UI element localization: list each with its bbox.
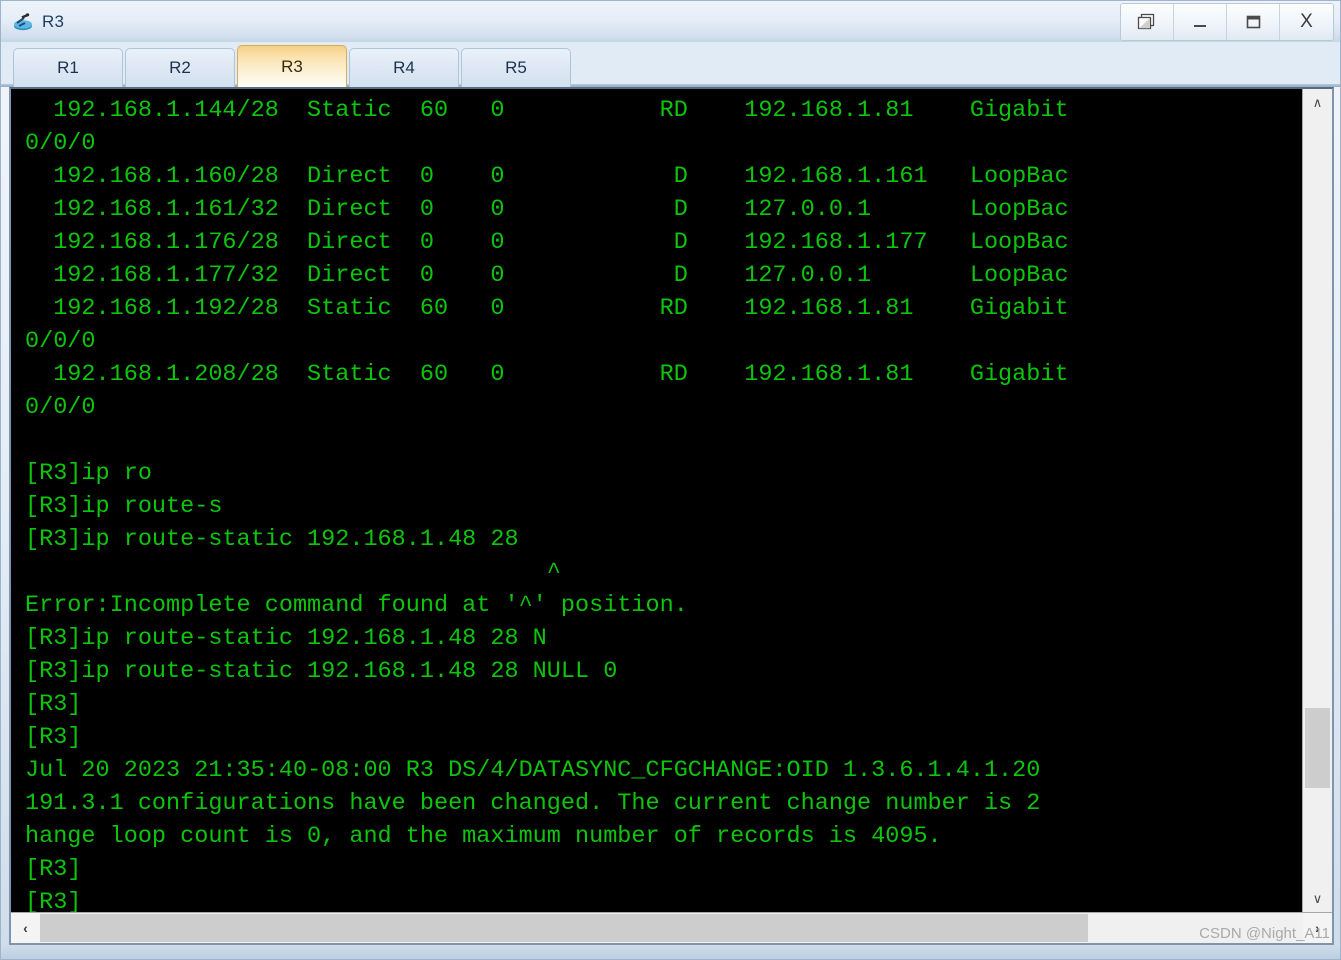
- terminal-line: [R3]ip route-static 192.168.1.48 28: [25, 526, 519, 553]
- terminal-line: 192.168.1.144/28 Static 60 0 RD 192.168.…: [25, 97, 1069, 124]
- window-title: R3: [42, 11, 65, 31]
- tab-r5[interactable]: R5: [461, 48, 571, 87]
- tab-r1[interactable]: R1: [13, 48, 123, 87]
- close-icon: X: [1300, 11, 1313, 32]
- tab-r2[interactable]: R2: [125, 48, 235, 87]
- tab-label: R4: [393, 58, 415, 77]
- maximize-button[interactable]: [1227, 4, 1280, 40]
- terminal-line: 192.168.1.208/28 Static 60 0 RD 192.168.…: [25, 361, 1069, 388]
- terminal-line: hange loop count is 0, and the maximum n…: [25, 823, 942, 850]
- terminal-line: 192.168.1.176/28 Direct 0 0 D 192.168.1.…: [25, 229, 1069, 256]
- vertical-scroll-track[interactable]: [1303, 116, 1332, 885]
- router-icon: [11, 10, 35, 34]
- window-controls: X: [1120, 3, 1334, 41]
- terminal-line: 0/0/0: [25, 130, 96, 157]
- vertical-scrollbar[interactable]: ∧ ∨: [1302, 89, 1332, 912]
- terminal-line: [R3]ip route-static 192.168.1.48 28 NULL…: [25, 658, 618, 685]
- horizontal-scroll-track[interactable]: [40, 913, 1303, 943]
- terminal-line: Jul 20 2023 21:35:40-08:00 R3 DS/4/DATAS…: [25, 757, 1041, 784]
- device-tab-bar: R1 R2 R3 R4 R5: [1, 42, 1340, 87]
- tab-label: R1: [57, 58, 79, 77]
- restore-windows-button[interactable]: [1121, 4, 1174, 40]
- terminal-body: 192.168.1.144/28 Static 60 0 RD 192.168.…: [11, 89, 1332, 912]
- tab-r3[interactable]: R3: [237, 45, 347, 87]
- terminal-line: [R3]ip route-static 192.168.1.48 28 N: [25, 625, 547, 652]
- terminal-line: [R3]: [25, 856, 82, 883]
- ensp-router-console-window: R3 X R1 R2 R3 R4 R5 192.168.1.144/28 Sta…: [0, 0, 1341, 960]
- horizontal-scroll-thumb[interactable]: [40, 914, 1089, 942]
- tab-label: R3: [281, 56, 303, 76]
- terminal-line: 192.168.1.177/32 Direct 0 0 D 127.0.0.1 …: [25, 262, 1069, 289]
- vertical-scroll-thumb[interactable]: [1305, 708, 1330, 789]
- terminal-line: 0/0/0: [25, 394, 96, 421]
- scroll-down-arrow-icon[interactable]: ∨: [1303, 885, 1332, 912]
- scroll-left-arrow-icon[interactable]: ‹: [11, 913, 40, 943]
- minimize-button[interactable]: [1174, 4, 1227, 40]
- terminal-output-area[interactable]: 192.168.1.144/28 Static 60 0 RD 192.168.…: [11, 89, 1302, 912]
- terminal-line: 192.168.1.192/28 Static 60 0 RD 192.168.…: [25, 295, 1069, 322]
- terminal-line: [R3]: [25, 724, 82, 751]
- tab-label: R5: [505, 58, 527, 77]
- terminal-line: 191.3.1 configurations have been changed…: [25, 790, 1041, 817]
- window-bottom-edge: [1, 945, 1340, 959]
- tab-label: R2: [169, 58, 191, 77]
- horizontal-scrollbar[interactable]: ‹ ›: [11, 912, 1332, 943]
- close-button[interactable]: X: [1280, 4, 1333, 40]
- terminal-line: ^: [25, 559, 561, 586]
- scroll-right-arrow-icon[interactable]: ›: [1303, 913, 1332, 943]
- terminal-line: Error:Incomplete command found at '^' po…: [25, 592, 688, 619]
- terminal-line: [R3]: [25, 691, 82, 718]
- title-bar: R3 X: [1, 1, 1340, 42]
- tab-r4[interactable]: R4: [349, 48, 459, 87]
- terminal-line: 192.168.1.161/32 Direct 0 0 D 127.0.0.1 …: [25, 196, 1069, 223]
- terminal-line: [R3]ip route-s: [25, 493, 223, 520]
- terminal-line: 192.168.1.160/28 Direct 0 0 D 192.168.1.…: [25, 163, 1069, 190]
- terminal-line: [R3]ip ro: [25, 460, 152, 487]
- terminal-panel: 192.168.1.144/28 Static 60 0 RD 192.168.…: [9, 87, 1334, 945]
- terminal-line: 0/0/0: [25, 328, 96, 355]
- terminal-text: 192.168.1.144/28 Static 60 0 RD 192.168.…: [11, 89, 1302, 912]
- terminal-line: [R3]: [25, 889, 82, 912]
- scroll-up-arrow-icon[interactable]: ∧: [1303, 89, 1332, 116]
